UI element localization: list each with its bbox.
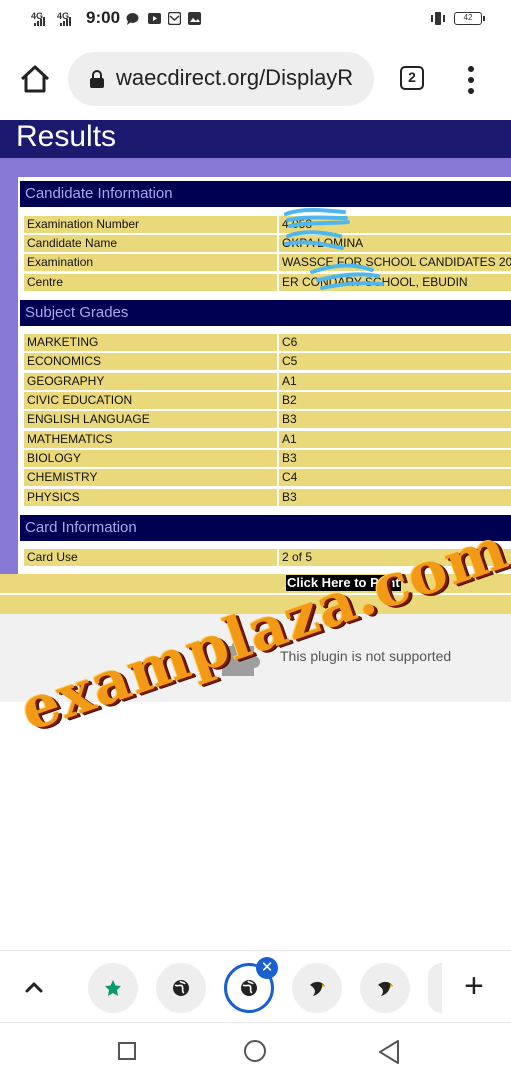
new-tab-icon[interactable]: + <box>464 969 484 1003</box>
table-row: BIOLOGY B3 <box>24 450 511 467</box>
chat-notification-icon <box>126 13 139 25</box>
table-row: PHYSICS B3 <box>24 489 511 506</box>
results-header: Results <box>0 120 511 158</box>
signal-1-icon <box>34 14 45 26</box>
table-row: MATHEMATICS A1 <box>24 431 511 448</box>
gallery-notification-icon <box>188 12 201 25</box>
battery-icon: 42 <box>454 12 485 25</box>
chevron-up-icon[interactable] <box>22 977 46 997</box>
clock: 9:00 <box>86 8 121 27</box>
tab-thumbnail[interactable] <box>360 963 410 1013</box>
vibrate-icon <box>431 12 445 25</box>
status-bar: 4G 4G 9:00 42 <box>0 0 511 38</box>
bird-favicon-icon <box>378 981 393 996</box>
tab-thumbnail[interactable] <box>88 963 138 1013</box>
close-tab-icon[interactable]: ✕ <box>256 957 278 979</box>
lock-icon[interactable] <box>90 70 104 88</box>
redaction-scribble <box>284 208 384 290</box>
tab-thumbnail[interactable] <box>292 963 342 1013</box>
table-row: ENGLISH LANGUAGE B3 <box>24 411 511 428</box>
home-icon[interactable] <box>18 62 52 96</box>
tab-switcher-button[interactable]: 2 <box>400 66 424 90</box>
tab-thumbnail[interactable] <box>156 963 206 1013</box>
table-row: CIVIC EDUCATION B2 <box>24 392 511 409</box>
candidate-info-heading: Candidate Information <box>20 181 511 207</box>
web-page: Results Candidate Information Examinatio… <box>0 120 511 950</box>
table-row: Candidate Name OKPA LOMINA <box>24 235 511 252</box>
mail-notification-icon <box>168 12 181 25</box>
url-text[interactable]: waecdirect.org/DisplayR <box>116 65 353 91</box>
star-favicon-icon <box>105 980 121 996</box>
browser-toolbar: waecdirect.org/DisplayR 2 <box>0 38 511 120</box>
tab-strip: ✕ + <box>0 950 511 1023</box>
subject-grades-heading: Subject Grades <box>20 300 511 326</box>
tab-thumbnail-partial[interactable] <box>428 963 442 1013</box>
table-row: MARKETING C6 <box>24 334 511 351</box>
globe-favicon-icon <box>173 980 189 996</box>
results-panel: Candidate Information Examination Number… <box>18 177 511 575</box>
system-nav-bar <box>0 1022 511 1081</box>
table-row: Centre ER CONDARY SCHOOL, EBUDIN <box>24 274 511 291</box>
youtube-notification-icon <box>148 13 161 24</box>
table-row: Examination WASSCE FOR SCHOOL CANDIDATES … <box>24 254 511 271</box>
recents-icon[interactable] <box>118 1042 136 1060</box>
table-row: GEOGRAPHY A1 <box>24 373 511 390</box>
table-row: CHEMISTRY C4 <box>24 469 511 486</box>
home-nav-icon[interactable] <box>244 1040 266 1062</box>
globe-favicon-icon <box>241 980 257 996</box>
table-row: ECONOMICS C5 <box>24 353 511 370</box>
table-row: Examination Number 4 058 <box>24 216 511 233</box>
bird-favicon-icon <box>310 981 325 996</box>
back-icon[interactable] <box>377 1039 401 1065</box>
page-title: Results <box>16 120 117 153</box>
address-bar[interactable]: waecdirect.org/DisplayR <box>68 52 374 106</box>
more-menu-icon[interactable] <box>460 66 482 94</box>
signal-2-icon <box>60 14 71 26</box>
